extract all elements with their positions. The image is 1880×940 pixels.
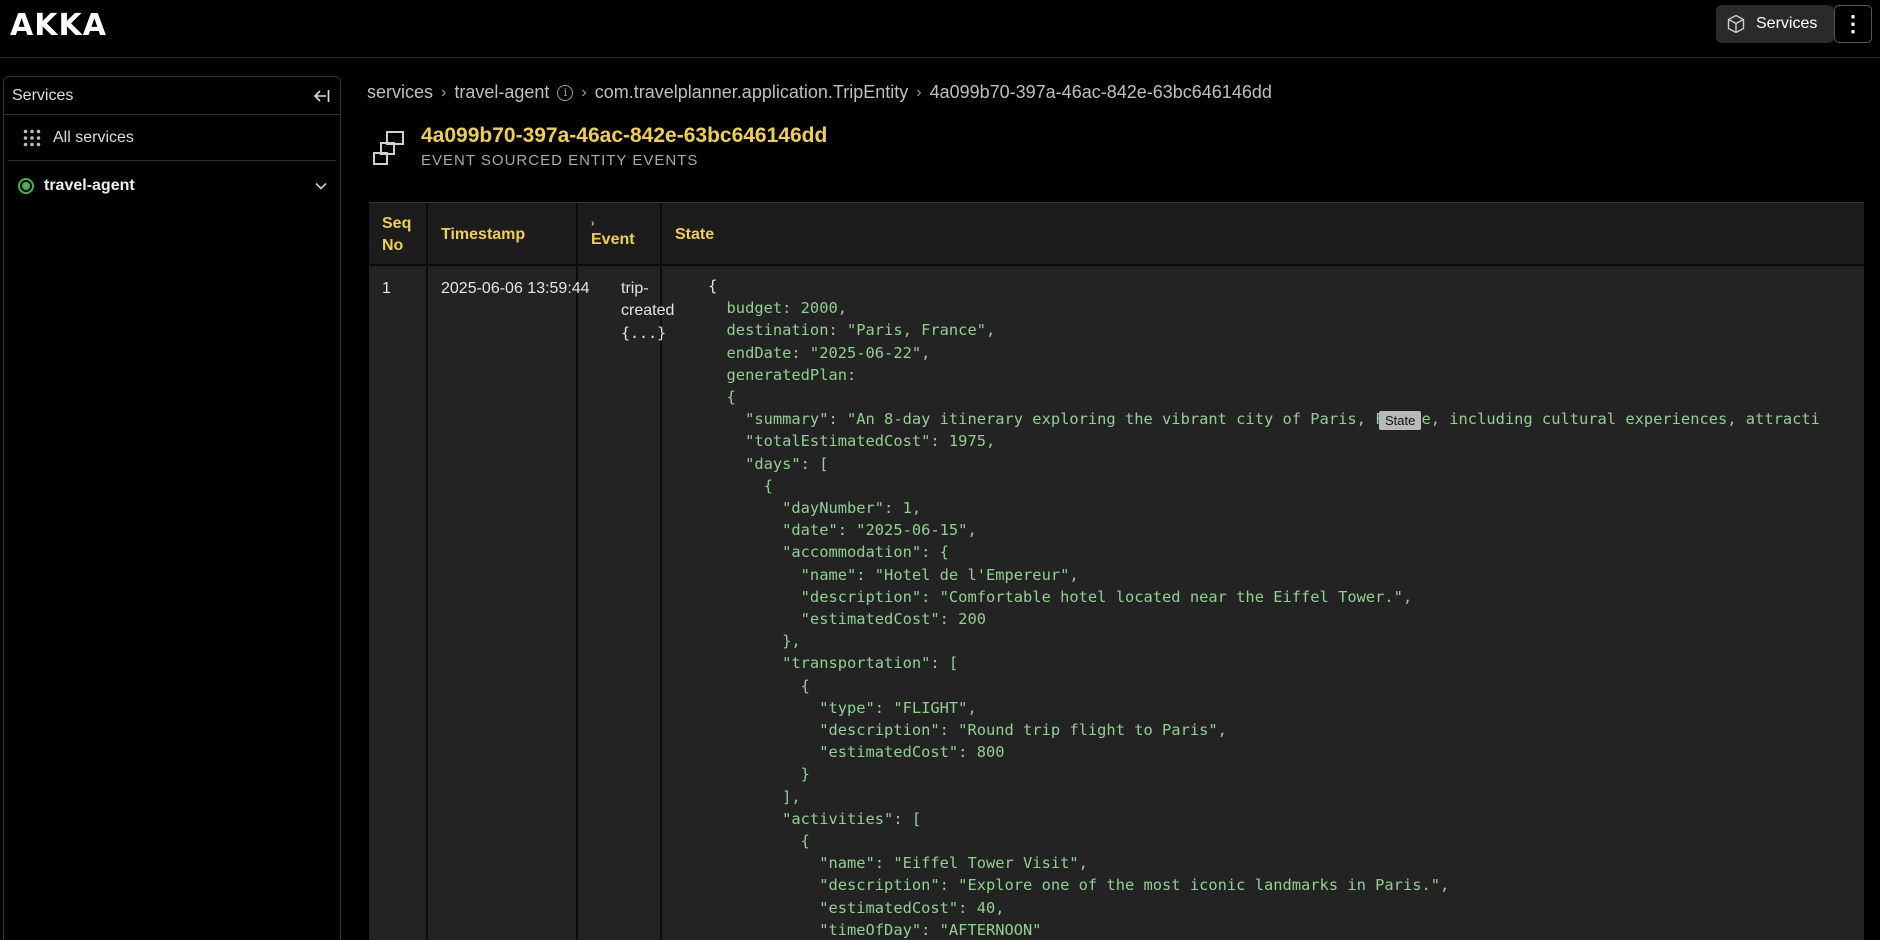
column-divider <box>576 203 578 940</box>
breadcrumb: services › travel-agent i › com.travelpl… <box>367 82 1272 103</box>
page-title: 4a099b70-397a-46ac-842e-63bc646146dd <box>421 124 828 147</box>
state-json-line: "days": [ <box>708 454 829 473</box>
sidebar-header: Services <box>4 77 340 115</box>
state-json-line: { <box>708 277 718 295</box>
chevron-right-icon: › <box>441 83 447 101</box>
column-header-seq-no[interactable]: Seq No <box>369 203 426 266</box>
cell-state-json: { budget: 2000, destination: "Paris, Fra… <box>708 275 1820 940</box>
breadcrumb-travel-agent[interactable]: travel-agent <box>454 82 549 103</box>
cell-event-line1: trip- <box>621 280 649 297</box>
state-json-line: { <box>708 476 773 495</box>
state-json-line: "estimatedCost": 40, <box>708 898 1005 917</box>
header-label: State <box>675 225 715 243</box>
column-header-timestamp[interactable]: Timestamp <box>428 203 576 266</box>
state-json-line: ], <box>708 787 801 806</box>
state-json-line: "dayNumber": 1, <box>708 499 922 518</box>
state-json-line: generatedPlan: <box>708 365 857 384</box>
chevron-right-icon: › <box>916 83 922 101</box>
state-json-line: { <box>708 832 810 851</box>
state-json-line: "transportation": [ <box>708 654 959 673</box>
state-json-line: { <box>708 388 736 407</box>
event-expand-toggle[interactable]: {...} <box>621 322 666 344</box>
state-json-line: "type": "FLIGHT", <box>708 698 977 717</box>
cube-icon <box>1727 14 1745 34</box>
cell-timestamp: 2025-06-06 13:59:44 <box>441 280 590 297</box>
state-json-line: { <box>708 676 810 695</box>
chevron-down-icon[interactable] <box>314 181 328 191</box>
cell-event-line2: created <box>621 302 675 319</box>
table-header: Seq No Timestamp › Event State <box>369 203 1864 266</box>
state-json-line: "description": "Round trip flight to Par… <box>708 721 1227 740</box>
services-button[interactable]: Services <box>1716 5 1834 43</box>
grid-icon <box>23 129 41 146</box>
vertical-dots-icon: ⋮ <box>1842 11 1864 36</box>
sidebar: Services All services travel-agent <box>3 76 341 940</box>
info-icon[interactable]: i <box>557 84 574 101</box>
expand-arrow-icon: › <box>591 217 595 229</box>
state-json-line: "summary": "An 8-day itinerary exploring… <box>708 410 1820 429</box>
state-json-line: "name": "Hotel de l'Empereur", <box>708 565 1079 584</box>
state-json-line: "description": "Explore one of the most … <box>708 876 1450 895</box>
state-json-line: "estimatedCost": 200 <box>708 610 986 629</box>
state-json-line: "accommodation": { <box>708 543 949 562</box>
state-json-line: budget: 2000, <box>708 299 847 318</box>
sidebar-item-travel-agent[interactable]: travel-agent <box>4 161 340 211</box>
top-bar: AKKA Services ⋮ <box>0 0 1880 58</box>
state-json-line: endDate: "2025-06-22", <box>708 343 931 362</box>
page-subtitle: EVENT SOURCED ENTITY EVENTS <box>421 152 699 169</box>
more-options-button[interactable]: ⋮ <box>1834 5 1872 43</box>
state-tooltip: State <box>1379 411 1422 431</box>
sidebar-title: Services <box>12 86 74 104</box>
header-label: Seq <box>382 214 412 232</box>
status-running-icon <box>18 178 34 194</box>
header-label: Event <box>591 230 635 248</box>
state-json-line: "totalEstimatedCost": 1975, <box>708 432 996 451</box>
state-json-line: "date": "2025-06-15", <box>708 521 977 540</box>
state-json-line: "name": "Eiffel Tower Visit", <box>708 854 1088 873</box>
sidebar-item-label: All services <box>53 128 134 146</box>
column-header-state[interactable]: State <box>662 203 1862 266</box>
state-json-line: }, <box>708 632 801 651</box>
collapse-sidebar-icon[interactable] <box>310 85 332 107</box>
column-divider <box>426 203 428 940</box>
akka-logo[interactable]: AKKA <box>10 8 107 43</box>
column-header-event[interactable]: › Event <box>578 203 660 266</box>
services-button-label: Services <box>1756 15 1818 32</box>
breadcrumb-services[interactable]: services <box>367 82 433 103</box>
chevron-right-icon: › <box>581 83 587 101</box>
state-json-line: } <box>708 765 810 784</box>
header-label: No <box>382 236 404 254</box>
state-json-line: "estimatedCost": 800 <box>708 743 1005 762</box>
sidebar-item-all-services[interactable]: All services <box>8 115 336 161</box>
entity-icon <box>373 131 404 165</box>
cell-seq-no: 1 <box>382 280 391 297</box>
sidebar-item-label: travel-agent <box>44 177 135 194</box>
header-label: Timestamp <box>441 225 526 243</box>
events-table: Seq No Timestamp › Event State 1 2025-06… <box>369 202 1864 940</box>
state-json-line: "timeOfDay": "AFTERNOON" <box>708 920 1042 939</box>
state-json-line: "description": "Comfortable hotel locate… <box>708 587 1413 606</box>
state-json-line: destination: "Paris, France", <box>708 321 996 340</box>
breadcrumb-entity-type[interactable]: com.travelplanner.application.TripEntity <box>595 82 909 103</box>
breadcrumb-entity-id: 4a099b70-397a-46ac-842e-63bc646146dd <box>929 82 1272 102</box>
state-json-line: "activities": [ <box>708 809 922 828</box>
